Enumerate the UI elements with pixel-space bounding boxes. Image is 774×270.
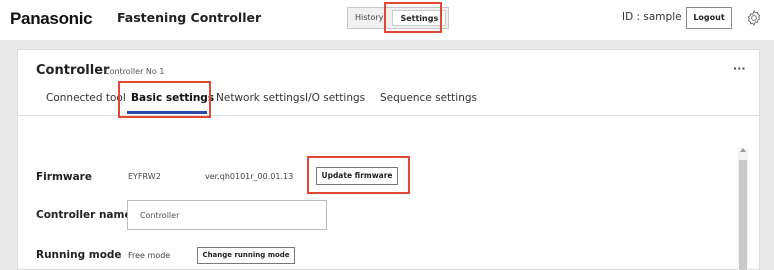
user-id-label: ID : sample <box>622 11 682 23</box>
firmware-name: EYFRW2 <box>128 172 161 181</box>
controller-name-label: Controller name <box>36 209 132 221</box>
app-title: Fastening Controller <box>117 10 262 25</box>
controller-subtitle: Controller No 1 <box>104 67 165 76</box>
tab-network-settings[interactable]: Network settings <box>216 92 305 104</box>
change-running-mode-button[interactable]: Change running mode <box>197 247 295 264</box>
tab-io-settings[interactable]: I/O settings <box>305 92 365 104</box>
firmware-label: Firmware <box>36 171 92 183</box>
tab-sequence-settings[interactable]: Sequence settings <box>380 92 477 104</box>
scrollbar-thumb[interactable] <box>739 160 747 270</box>
settings-highlight-box <box>384 2 442 33</box>
basic-settings-highlight-box <box>118 81 211 118</box>
update-firmware-highlight-box <box>307 156 410 194</box>
controller-title: Controller <box>36 63 110 78</box>
scroll-up-arrow-icon[interactable] <box>740 148 746 152</box>
logout-button[interactable]: Logout <box>686 7 732 29</box>
running-mode-value: Free mode <box>128 251 171 260</box>
more-options-button[interactable]: ··· <box>733 62 746 75</box>
top-header: Panasonic Fastening Controller History S… <box>0 0 774 40</box>
controller-name-input[interactable] <box>127 200 327 230</box>
firmware-version: ver.qh0101r_00.01.13 <box>205 172 294 181</box>
brand-logo: Panasonic <box>10 9 93 28</box>
gear-icon[interactable] <box>745 9 763 27</box>
tab-connected-tool[interactable]: Connected tool <box>46 92 126 104</box>
running-mode-label: Running mode <box>36 249 122 261</box>
